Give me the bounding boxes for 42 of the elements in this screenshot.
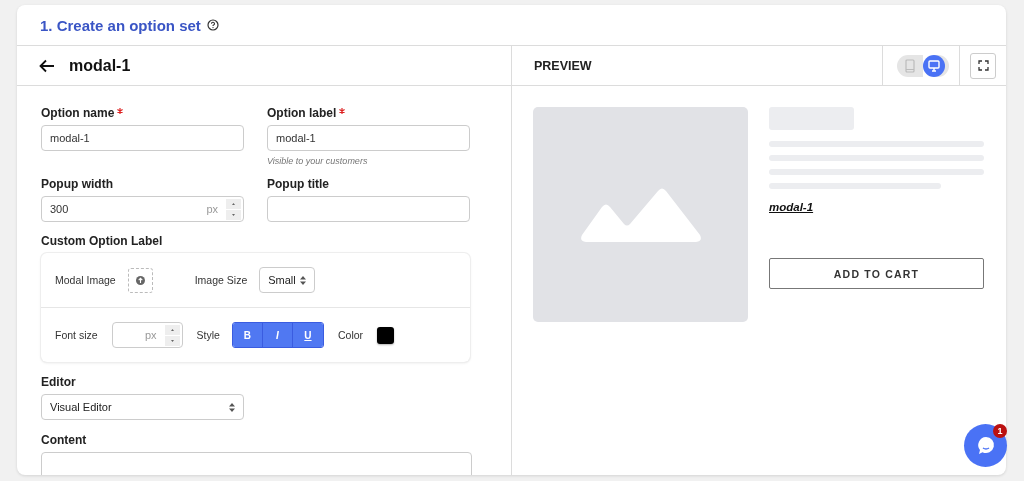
section-label: Custom Option Label <box>41 234 163 248</box>
fullscreen-icon <box>977 60 989 71</box>
help-icon[interactable] <box>206 19 219 31</box>
editor-title: modal-1 <box>69 56 131 75</box>
field-label: Popup width <box>41 177 113 191</box>
text-style-button[interactable]: I <box>262 323 293 347</box>
stepper-icon[interactable] <box>226 198 241 220</box>
field-label: Color <box>337 329 364 341</box>
section-title: 1. Create an option set <box>40 16 201 34</box>
monitor-icon <box>928 59 940 72</box>
field-label: Image Size <box>194 274 248 286</box>
caret-icon <box>299 275 306 285</box>
option-label-field[interactable]: modal-1 <box>267 125 470 151</box>
editor-select[interactable]: Visual Editor <box>41 394 244 420</box>
popup-title-field[interactable] <box>267 196 470 222</box>
image-upload-button[interactable] <box>127 267 153 293</box>
field-label: Content <box>41 433 87 447</box>
popup-width-field[interactable]: 300 px <box>41 196 244 222</box>
help-text: Visible to your customers <box>267 156 369 166</box>
stepper-icon[interactable] <box>164 324 180 346</box>
notification-badge: 1 <box>993 424 1007 438</box>
text-style-button[interactable]: B <box>232 323 263 347</box>
color-swatch[interactable] <box>377 326 395 344</box>
field-label: Popup title <box>267 177 329 191</box>
fullscreen-button[interactable] <box>970 52 996 79</box>
text-style-button[interactable]: U <box>292 323 323 347</box>
field-label: Modal Image <box>55 274 116 286</box>
preview-title: PREVIEW <box>534 58 592 73</box>
back-arrow-icon[interactable] <box>39 58 55 73</box>
desktop-view-button[interactable] <box>923 54 945 77</box>
option-name-field[interactable]: modal-1 <box>41 125 244 151</box>
option-link[interactable]: modal-1 <box>769 201 814 213</box>
upload-icon <box>135 275 145 285</box>
phone-icon <box>905 58 915 73</box>
caret-icon <box>229 402 235 412</box>
field-label: Font size <box>55 329 98 341</box>
field-label: Style <box>196 329 220 341</box>
field-label: Option name <box>41 106 115 120</box>
add-to-cart-button[interactable]: ADD TO CART <box>769 258 984 289</box>
field-label: Option label <box>267 106 337 120</box>
image-size-select[interactable]: Small <box>259 267 315 293</box>
field-label: Editor <box>41 375 76 389</box>
